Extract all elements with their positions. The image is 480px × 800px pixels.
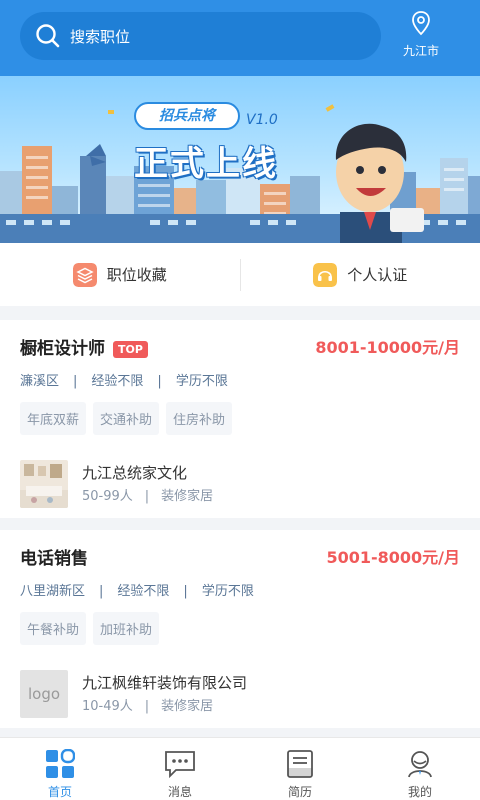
company-logo-placeholder: logo [20,670,68,718]
company-size: 10-49人 [82,699,133,714]
tab-profile-label: 我的 [407,785,432,799]
profile-icon [408,751,432,778]
job-education: 学历不限 [201,584,254,599]
job-district: 濂溪区 [20,374,60,389]
meta-separator: | [73,374,78,389]
banner-headline: 正式上线 [134,144,278,184]
job-title: 橱柜设计师 [20,339,105,359]
job-tags: 午餐补助 加班补助 [20,612,160,645]
city-label: 九江市 [402,44,439,58]
message-icon [165,751,195,779]
job-title-row: 电话销售 [20,544,88,569]
company-name: 九江枫维轩装饰有限公司 [82,674,248,692]
city-selector[interactable]: 九江市 [398,10,444,59]
job-tag: 加班补助 [93,612,160,645]
resume-icon [287,750,313,778]
company-industry: 装修家居 [161,699,214,714]
company-logo [20,460,68,508]
job-card[interactable]: 橱柜设计师 TOP 8001-10000元/月 濂溪区 | 经验不限 | 学历不限 年底双… [0,320,480,518]
job-meta: 濂溪区 | 经验不限 | 学历不限 [20,370,228,389]
job-tags: 年底双薪 交通补助 住房补助 [20,402,233,435]
headset-icon [313,262,338,287]
job-meta: 八里湖新区 | 经验不限 | 学历不限 [20,580,254,599]
meta-separator: | [183,584,188,599]
stack-icon [72,262,97,287]
meta-separator: | [99,584,104,599]
job-district: 八里湖新区 [20,584,86,599]
favorite-jobs-link[interactable]: 职位收藏 [0,262,240,287]
top-badge: TOP [113,340,148,358]
info-separator: | [144,699,150,714]
promo-banner[interactable]: 招兵点将 V1.0 正式上线 [0,76,480,243]
tab-home[interactable]: 首页 [0,738,120,800]
top-header: 搜索职位 九江市 [0,0,480,76]
job-tag: 午餐补助 [20,612,87,645]
tab-messages-label: 消息 [167,785,192,799]
company-name: 九江总统家文化 [82,464,188,482]
job-education: 学历不限 [175,374,228,389]
company-size: 50-99人 [82,489,133,504]
home-grid-icon [46,749,75,778]
logo-placeholder-text: logo [27,685,61,703]
job-salary: 5001-8000元/月 [326,548,460,567]
tab-resume[interactable]: 简历 [240,738,360,800]
search-bar[interactable]: 搜索职位 [20,12,381,60]
tab-resume-label: 简历 [287,785,312,799]
job-title-row: 橱柜设计师 TOP [20,334,148,359]
search-placeholder: 搜索职位 [70,27,131,46]
job-title: 电话销售 [20,549,88,569]
company-industry: 装修家居 [161,489,214,504]
favorite-jobs-label: 职位收藏 [106,266,167,284]
job-experience: 经验不限 [117,584,170,599]
job-tag: 年底双薪 [20,402,87,435]
job-salary: 8001-10000元/月 [315,338,460,357]
company-row[interactable]: 九江总统家文化 50-99人 | 装修家居 [20,460,460,508]
search-icon [36,24,60,48]
tab-home-label: 首页 [47,785,72,799]
job-experience: 经验不限 [91,374,144,389]
company-row[interactable]: logo 九江枫维轩装饰有限公司 10-49人 | 装修家居 [20,670,460,718]
company-info: 10-49人 | 装修家居 [82,695,213,714]
location-pin-icon [412,11,430,36]
info-separator: | [144,489,150,504]
meta-separator: | [157,374,162,389]
banner-version: V1.0 [246,112,278,128]
personal-verification-label: 个人认证 [347,266,408,284]
banner-badge: 招兵点将 [134,102,240,130]
job-card[interactable]: 电话销售 5001-8000元/月 八里湖新区 | 经验不限 | 学历不限 午餐补助 加… [0,530,480,728]
bottom-tab-bar: 首页 消息 简历 我的 [0,737,480,800]
tab-profile[interactable]: 我的 [360,738,480,800]
personal-verification-link[interactable]: 个人认证 [241,262,480,287]
tab-messages[interactable]: 消息 [120,738,240,800]
job-tag: 住房补助 [166,402,233,435]
company-info: 50-99人 | 装修家居 [82,485,213,504]
quick-links: 职位收藏 个人认证 [0,243,480,306]
job-tag: 交通补助 [93,402,160,435]
